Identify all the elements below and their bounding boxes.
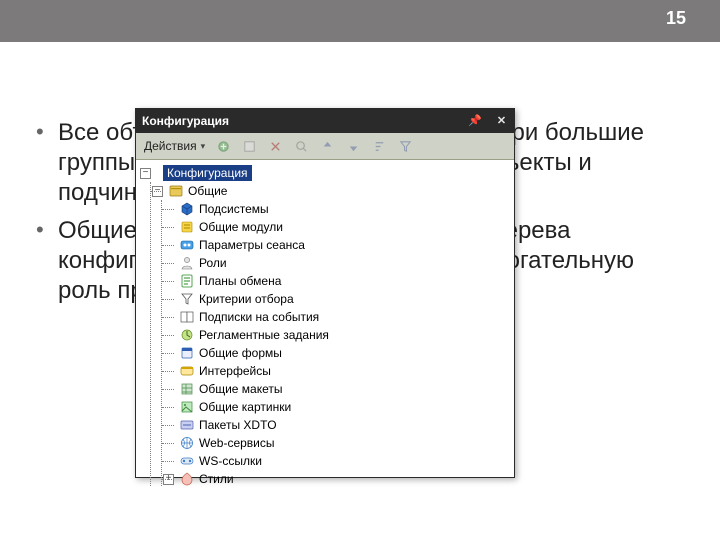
tree-root-label: Конфигурация — [163, 165, 252, 181]
close-icon[interactable]: ✕ — [495, 115, 508, 128]
tree-node-label: Роли — [199, 255, 227, 271]
actions-menu[interactable]: Действия ▾ — [142, 136, 207, 156]
tree-node[interactable]: Web-сервисы — [162, 434, 510, 452]
tree-node[interactable]: Подписки на события — [162, 308, 510, 326]
tree-node-label: Подсистемы — [199, 201, 269, 217]
tree-node[interactable]: Планы обмена — [162, 272, 510, 290]
tree-node-label: Подписки на события — [199, 309, 319, 325]
slide-header: 15 — [0, 0, 720, 42]
toolbar-down-icon[interactable] — [343, 136, 363, 156]
config-tree[interactable]: − Конфигурация − Общие Подсистемы Общие мод… — [136, 160, 514, 486]
tree-node[interactable]: Общие формы — [162, 344, 510, 362]
tree-children: Подсистемы Общие модули Параметры сеанса Ро… — [161, 200, 510, 486]
actions-label: Действия — [144, 139, 197, 153]
tree-node[interactable]: Общие модули — [162, 218, 510, 236]
xdto-icon — [179, 417, 195, 433]
tree-node-label: Общие модули — [199, 219, 283, 235]
sub-icon — [179, 309, 195, 325]
tree-node-label: Пакеты XDTO — [199, 417, 277, 433]
toolbar-filter-icon[interactable] — [395, 136, 415, 156]
expander-slot[interactable]: − — [151, 186, 164, 197]
tree-node[interactable]: Пакеты XDTO — [162, 416, 510, 434]
expander-icon[interactable]: − — [140, 168, 151, 179]
tree-node-label: Общие макеты — [199, 381, 283, 397]
ws-icon — [179, 453, 195, 469]
tree-node[interactable]: − Общие — [151, 182, 510, 200]
window-title: Конфигурация — [142, 114, 468, 128]
window-titlebar[interactable]: Конфигурация 📌 ✕ — [136, 109, 514, 133]
tree-node[interactable]: Параметры сеанса — [162, 236, 510, 254]
chevron-down-icon: ▾ — [201, 141, 206, 152]
toolbar-up-icon[interactable] — [317, 136, 337, 156]
expander-slot[interactable]: + — [162, 474, 175, 485]
toolbar-add-icon[interactable] — [213, 136, 233, 156]
tree-node[interactable]: Общие картинки — [162, 398, 510, 416]
toolbar-edit-icon[interactable] — [239, 136, 259, 156]
slide: 15 Все объекты конфигурации делятся на т… — [0, 0, 720, 540]
cube-icon — [179, 201, 195, 217]
toolbar-delete-icon[interactable] — [265, 136, 285, 156]
tmpl-icon — [179, 381, 195, 397]
tree-node[interactable]: Интерфейсы — [162, 362, 510, 380]
config-window: Конфигурация 📌 ✕ Действия ▾ − — [135, 108, 515, 478]
task-icon — [179, 327, 195, 343]
common-icon — [168, 183, 184, 199]
tree-node-label: Критерии отбора — [199, 291, 294, 307]
tree-node[interactable]: + Стили — [162, 470, 510, 486]
style-icon — [179, 471, 195, 486]
tree-root[interactable]: − Конфигурация — [140, 164, 510, 182]
tree-node-label: Планы обмена — [199, 273, 281, 289]
filter-icon — [179, 291, 195, 307]
web-icon — [179, 435, 195, 451]
toolbar-find-icon[interactable] — [291, 136, 311, 156]
tree-node-label: Общие — [188, 183, 227, 199]
tree-node[interactable]: WS-ссылки — [162, 452, 510, 470]
pic-icon — [179, 399, 195, 415]
tree-node[interactable]: Регламентные задания — [162, 326, 510, 344]
form-icon — [179, 345, 195, 361]
session-icon — [179, 237, 195, 253]
pin-icon[interactable]: 📌 — [468, 115, 481, 128]
toolbar-sort-icon[interactable] — [369, 136, 389, 156]
page-number: 15 — [666, 8, 686, 29]
window-toolbar: Действия ▾ — [136, 133, 514, 160]
tree-node-label: Регламентные задания — [199, 327, 329, 343]
tree-node-label: Стили — [199, 471, 234, 486]
tree-node[interactable]: Роли — [162, 254, 510, 272]
role-icon — [179, 255, 195, 271]
tree-node-label: Web-сервисы — [199, 435, 275, 451]
expander-icon[interactable]: − — [152, 186, 163, 197]
module-icon — [179, 219, 195, 235]
plan-icon — [179, 273, 195, 289]
tree-node[interactable]: Подсистемы — [162, 200, 510, 218]
tree-node-label: WS-ссылки — [199, 453, 262, 469]
expander-icon[interactable]: + — [163, 474, 174, 485]
iface-icon — [179, 363, 195, 379]
tree-node-label: Интерфейсы — [199, 363, 271, 379]
tree-node-label: Общие картинки — [199, 399, 291, 415]
tree-node[interactable]: Критерии отбора — [162, 290, 510, 308]
tree-node[interactable]: Общие макеты — [162, 380, 510, 398]
tree-children: − Общие Подсистемы Общие модули Параметры се… — [150, 182, 510, 486]
tree-node-label: Общие формы — [199, 345, 282, 361]
tree-node-label: Параметры сеанса — [199, 237, 305, 253]
